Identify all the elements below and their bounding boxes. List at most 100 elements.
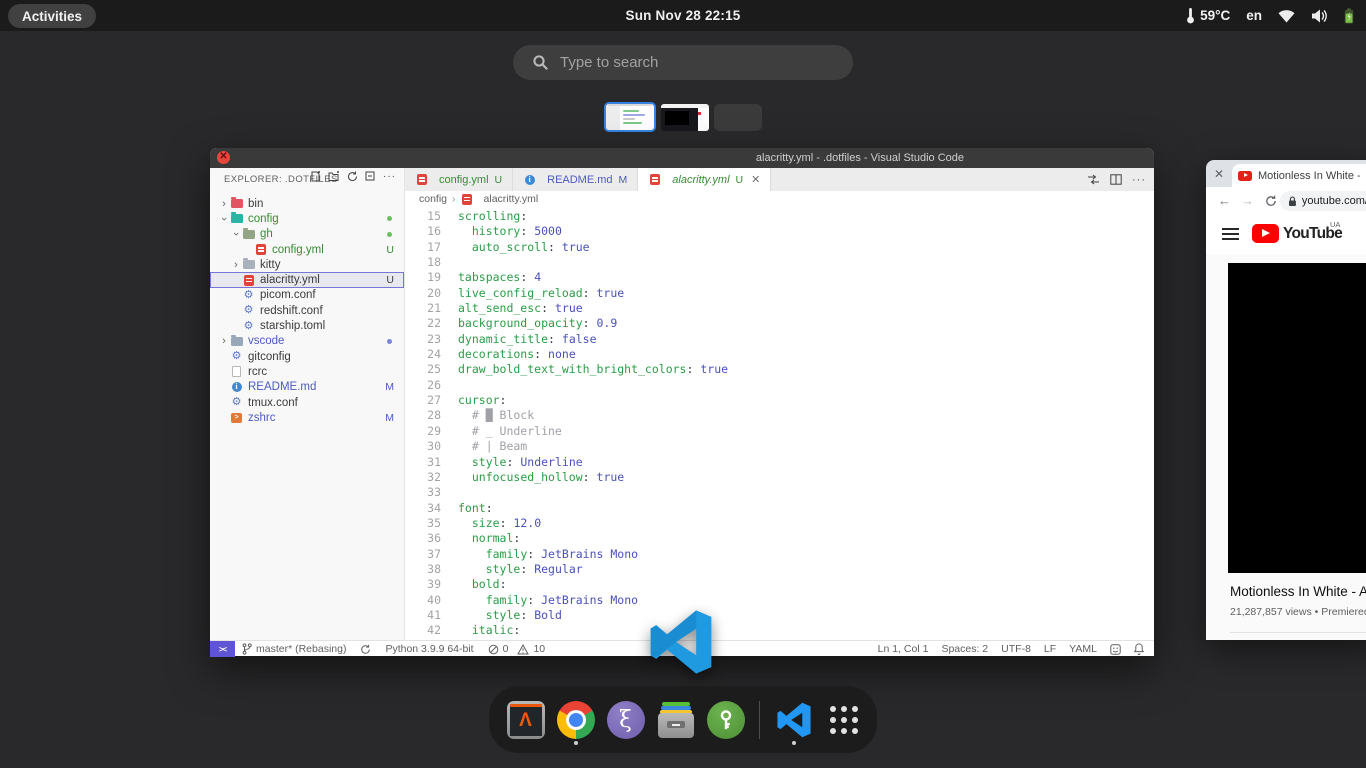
code-editor[interactable]: 15scrolling:16 history: 500017 auto_scro… bbox=[405, 207, 1154, 640]
breadcrumb[interactable]: config › alacritty.yml bbox=[405, 191, 1154, 207]
dock-keepassxc-icon[interactable] bbox=[705, 694, 746, 746]
eol-sequence[interactable]: LF bbox=[1044, 643, 1056, 655]
gear-icon: ⚙ bbox=[242, 305, 255, 316]
chevron-icon[interactable]: › bbox=[230, 259, 242, 271]
split-editor-icon[interactable] bbox=[1110, 174, 1122, 185]
chevron-icon[interactable]: › bbox=[218, 213, 230, 225]
address-bar[interactable]: youtube.com/wa bbox=[1280, 191, 1366, 211]
search-input[interactable]: Type to search bbox=[513, 45, 853, 80]
code-text: style: Bold bbox=[441, 608, 562, 623]
tree-item-redshift.conf[interactable]: ⚙ redshift.conf bbox=[210, 303, 404, 318]
code-text: auto_scroll: true bbox=[441, 240, 590, 255]
volume-indicator[interactable] bbox=[1311, 9, 1328, 23]
tree-item-gitconfig[interactable]: ⚙gitconfig bbox=[210, 349, 404, 364]
tree-item-label: config.yml bbox=[272, 244, 324, 256]
code-text: # █ Block bbox=[441, 408, 534, 423]
editor-tab-config.yml[interactable]: config.ymlU bbox=[405, 168, 513, 191]
tree-item-alacritty.yml[interactable]: alacritty.ymlU bbox=[210, 272, 404, 287]
tree-item-config[interactable]: › config bbox=[210, 211, 404, 226]
notifications-bell-icon[interactable] bbox=[1134, 643, 1144, 655]
tree-item-label: redshift.conf bbox=[260, 305, 323, 317]
hamburger-menu-icon[interactable] bbox=[1222, 228, 1239, 240]
markdown-file-icon: i bbox=[230, 382, 243, 393]
tree-item-tmux.conf[interactable]: ⚙tmux.conf bbox=[210, 395, 404, 410]
breadcrumb-file[interactable]: alacritty.yml bbox=[484, 193, 539, 205]
chevron-icon[interactable]: › bbox=[218, 335, 230, 347]
new-file-icon[interactable] bbox=[310, 171, 321, 182]
code-text bbox=[441, 255, 458, 270]
tab-close-icon[interactable]: ✕ bbox=[1214, 167, 1224, 181]
tree-item-label: config bbox=[248, 213, 279, 225]
window-title: alacritty.yml - .dotfiles - Visual Studi… bbox=[210, 148, 1144, 168]
tree-item-config.yml[interactable]: config.ymlU bbox=[210, 242, 404, 257]
workspace-thumbnail-active[interactable] bbox=[604, 102, 656, 132]
problems-status[interactable]: 0 10 bbox=[488, 643, 546, 655]
tree-item-README.md[interactable]: iREADME.mdM bbox=[210, 380, 404, 395]
tree-item-bin[interactable]: ›bin bbox=[210, 196, 404, 211]
sync-status[interactable] bbox=[360, 644, 371, 655]
tree-item-picom.conf[interactable]: ⚙picom.conf bbox=[210, 288, 404, 303]
git-branch-status[interactable]: master* (Rebasing) bbox=[242, 643, 346, 655]
tab-close-icon[interactable]: ✕ bbox=[751, 173, 760, 186]
workspace-thumbnail-empty[interactable] bbox=[714, 104, 762, 131]
code-line-22: 22background_opacity: 0.9 bbox=[405, 316, 1154, 331]
tree-item-kitty[interactable]: ›kitty bbox=[210, 257, 404, 272]
dock-vscode-icon[interactable] bbox=[773, 694, 814, 746]
warning-count: 10 bbox=[533, 643, 545, 655]
encoding[interactable]: UTF-8 bbox=[1001, 643, 1031, 655]
code-line-38: 38 style: Regular bbox=[405, 562, 1154, 577]
remote-indicator[interactable]: >< bbox=[210, 641, 235, 657]
wifi-indicator[interactable] bbox=[1278, 9, 1295, 23]
tree-item-vscode[interactable]: ›vscode bbox=[210, 334, 404, 349]
editor-tab-alacritty.yml[interactable]: alacritty.ymlU✕ bbox=[638, 168, 771, 191]
tree-item-rcrc[interactable]: rcrc bbox=[210, 364, 404, 379]
yaml-file-icon bbox=[242, 275, 255, 286]
code-line-39: 39 bold: bbox=[405, 577, 1154, 592]
dock-app-grid-icon[interactable] bbox=[823, 694, 864, 746]
new-folder-icon[interactable] bbox=[328, 171, 340, 182]
chevron-icon[interactable]: › bbox=[218, 198, 230, 210]
chrome-active-tab[interactable]: Motionless In White - / bbox=[1232, 164, 1366, 187]
dock-chrome-icon[interactable] bbox=[555, 694, 596, 746]
youtube-logo[interactable]: YouTube bbox=[1252, 224, 1342, 243]
battery-indicator[interactable] bbox=[1344, 8, 1354, 24]
cursor-position[interactable]: Ln 1, Col 1 bbox=[878, 643, 929, 655]
line-number: 37 bbox=[405, 547, 441, 562]
language-mode[interactable]: YAML bbox=[1069, 643, 1097, 655]
more-editor-actions-icon[interactable]: ··· bbox=[1132, 174, 1146, 186]
reload-icon[interactable] bbox=[1265, 195, 1277, 207]
clock[interactable]: Sun Nov 28 22:15 bbox=[0, 0, 1366, 31]
collapse-all-icon[interactable] bbox=[365, 171, 376, 182]
workspace-thumbnail[interactable] bbox=[661, 104, 709, 131]
tree-item-label: picom.conf bbox=[260, 289, 316, 301]
tree-item-zshrc[interactable]: >zshrcM bbox=[210, 410, 404, 425]
tree-item-starship.toml[interactable]: ⚙starship.toml bbox=[210, 318, 404, 333]
dock-alacritty-icon[interactable]: Λ bbox=[505, 694, 546, 746]
tree-item-gh[interactable]: ›gh bbox=[210, 227, 404, 242]
code-line-30: 30 # | Beam bbox=[405, 439, 1154, 454]
back-icon[interactable]: ← bbox=[1218, 193, 1231, 208]
divider bbox=[1230, 632, 1366, 633]
mini-sidebar bbox=[606, 106, 620, 130]
system-tray[interactable]: 59°C en bbox=[1186, 0, 1354, 31]
video-player[interactable] bbox=[1228, 263, 1366, 573]
indentation[interactable]: Spaces: 2 bbox=[941, 643, 988, 655]
feedback-smiley-icon[interactable] bbox=[1110, 644, 1121, 655]
breadcrumb-folder[interactable]: config bbox=[419, 193, 447, 205]
dock-emacs-icon[interactable]: ξ bbox=[605, 694, 646, 746]
code-text: unfocused_hollow: true bbox=[441, 470, 624, 485]
chevron-icon[interactable]: › bbox=[230, 228, 242, 240]
dock-files-icon[interactable] bbox=[655, 694, 696, 746]
line-number: 28 bbox=[405, 408, 441, 423]
editor-tab-README.md[interactable]: iREADME.mdM bbox=[513, 168, 638, 191]
video-title: Motionless In White - Anot bbox=[1230, 584, 1366, 599]
keyboard-layout[interactable]: en bbox=[1246, 8, 1262, 23]
vscode-titlebar[interactable]: ✕ alacritty.yml - .dotfiles - Visual Stu… bbox=[210, 148, 1154, 168]
open-changes-icon[interactable] bbox=[1087, 174, 1100, 185]
python-interpreter[interactable]: Python 3.9.9 64-bit bbox=[385, 643, 473, 655]
line-number: 18 bbox=[405, 255, 441, 270]
refresh-icon[interactable] bbox=[347, 171, 358, 182]
more-actions-icon[interactable]: ··· bbox=[383, 171, 396, 182]
code-text: # _ Underline bbox=[441, 424, 562, 439]
forward-icon[interactable]: → bbox=[1241, 193, 1254, 208]
